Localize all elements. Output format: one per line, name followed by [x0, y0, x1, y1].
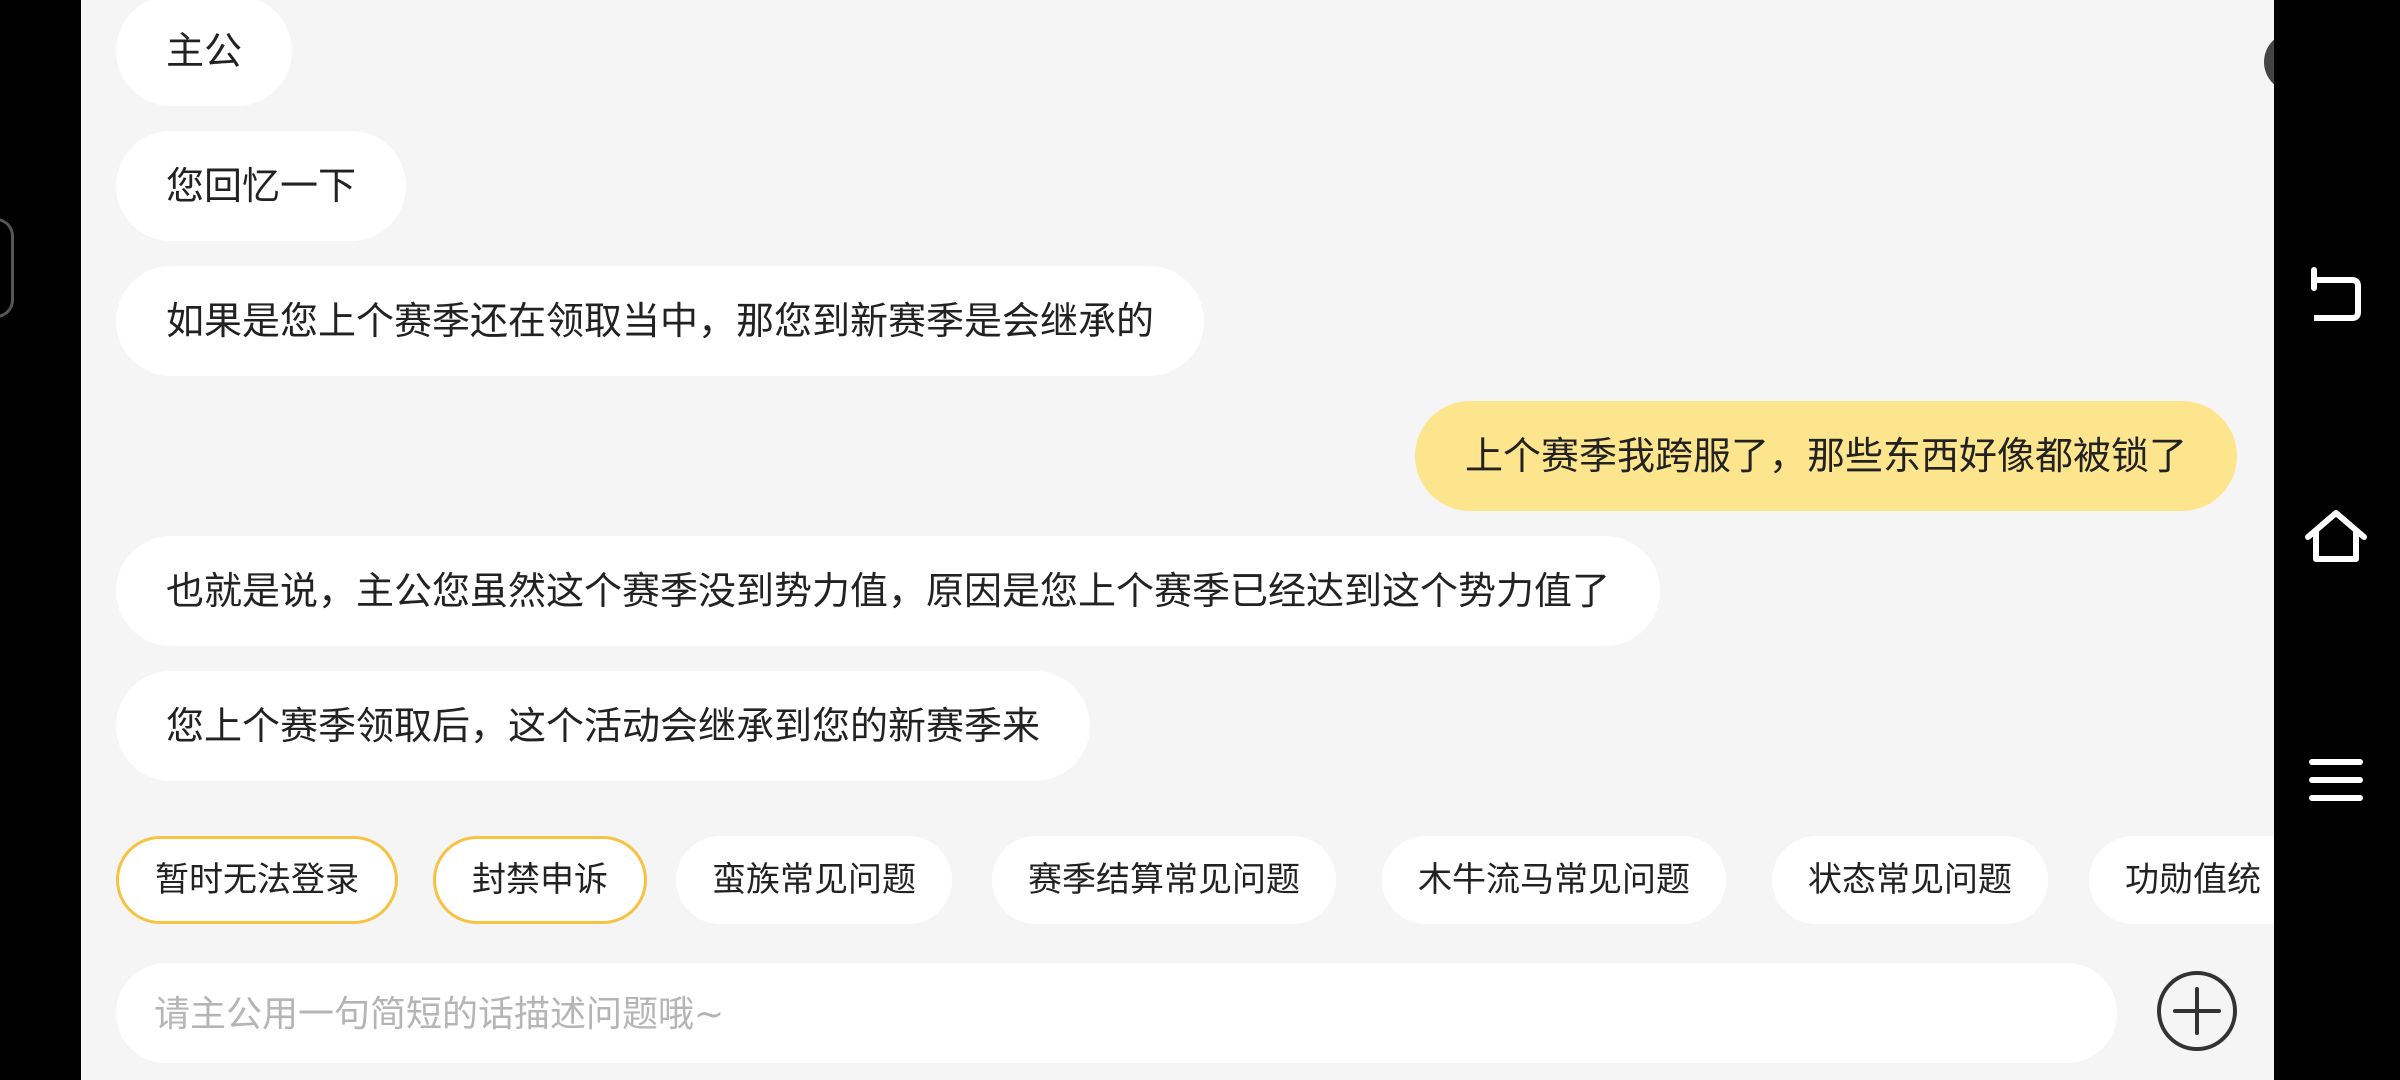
- quick-topic-bar: 暂时无法登录 封禁申诉 蛮族常见问题 赛季结算常见问题 木牛流马常见问题 状态常…: [116, 836, 2274, 926]
- message-text: 如果是您上个赛季还在领取当中，那您到新赛季是会继承的: [166, 299, 1155, 343]
- agent-message: 您回忆一下: [116, 131, 407, 241]
- chip-label: 蛮族常见问题: [712, 860, 916, 900]
- chip-label: 功勋值统: [2125, 860, 2261, 900]
- quick-topic-chip[interactable]: 蛮族常见问题: [676, 836, 952, 924]
- message-input-box[interactable]: [116, 963, 2117, 1065]
- quick-topic-chip[interactable]: 功勋值统: [2089, 836, 2274, 924]
- quick-topic-chip[interactable]: 封禁申诉: [433, 836, 647, 924]
- chat-panel: x 主公 您回忆一下 如果是您上个赛季还在领取当中，那您到新赛季是会继承的 上个…: [81, 0, 2274, 1080]
- agent-message: 也就是说，主公您虽然这个赛季没到势力值，原因是您上个赛季已经达到这个势力值了: [116, 536, 1661, 646]
- quick-topic-chip[interactable]: 暂时无法登录: [116, 836, 398, 924]
- screen: x 主公 您回忆一下 如果是您上个赛季还在领取当中，那您到新赛季是会继承的 上个…: [0, 0, 2400, 1080]
- chip-label: 暂时无法登录: [155, 860, 359, 900]
- chip-label: 木牛流马常见问题: [1418, 860, 1690, 900]
- message-text: 也就是说，主公您虽然这个赛季没到势力值，原因是您上个赛季已经达到这个势力值了: [166, 569, 1611, 613]
- quick-topic-chip[interactable]: 木牛流马常见问题: [1382, 836, 1726, 924]
- message-text: 主公: [166, 29, 243, 73]
- side-handle[interactable]: [0, 218, 14, 318]
- agent-message: 主公: [116, 0, 293, 106]
- agent-message: 您上个赛季领取后，这个活动会继承到您的新赛季来: [116, 671, 1091, 781]
- home-icon[interactable]: [2300, 503, 2372, 575]
- quick-topic-chip[interactable]: 状态常见问题: [1772, 836, 2048, 924]
- menu-icon[interactable]: [2300, 744, 2372, 816]
- message-text: 上个赛季我跨服了，那些东西好像都被锁了: [1464, 434, 2187, 478]
- plus-circle-icon[interactable]: [2154, 968, 2240, 1054]
- agent-message: 如果是您上个赛季还在领取当中，那您到新赛季是会继承的: [116, 266, 1205, 376]
- message-text: 您回忆一下: [166, 164, 357, 208]
- chip-label: 赛季结算常见问题: [1028, 860, 1300, 900]
- message-input[interactable]: [152, 963, 2056, 1065]
- close-button[interactable]: x: [2264, 32, 2274, 92]
- message-text: 您上个赛季领取后，这个活动会继承到您的新赛季来: [166, 704, 1041, 748]
- back-icon[interactable]: [2300, 262, 2372, 334]
- chip-label: 封禁申诉: [472, 860, 608, 900]
- quick-topic-chip[interactable]: 赛季结算常见问题: [992, 836, 1336, 924]
- user-message: 上个赛季我跨服了，那些东西好像都被锁了: [1414, 401, 2237, 511]
- chip-label: 状态常见问题: [1808, 860, 2012, 900]
